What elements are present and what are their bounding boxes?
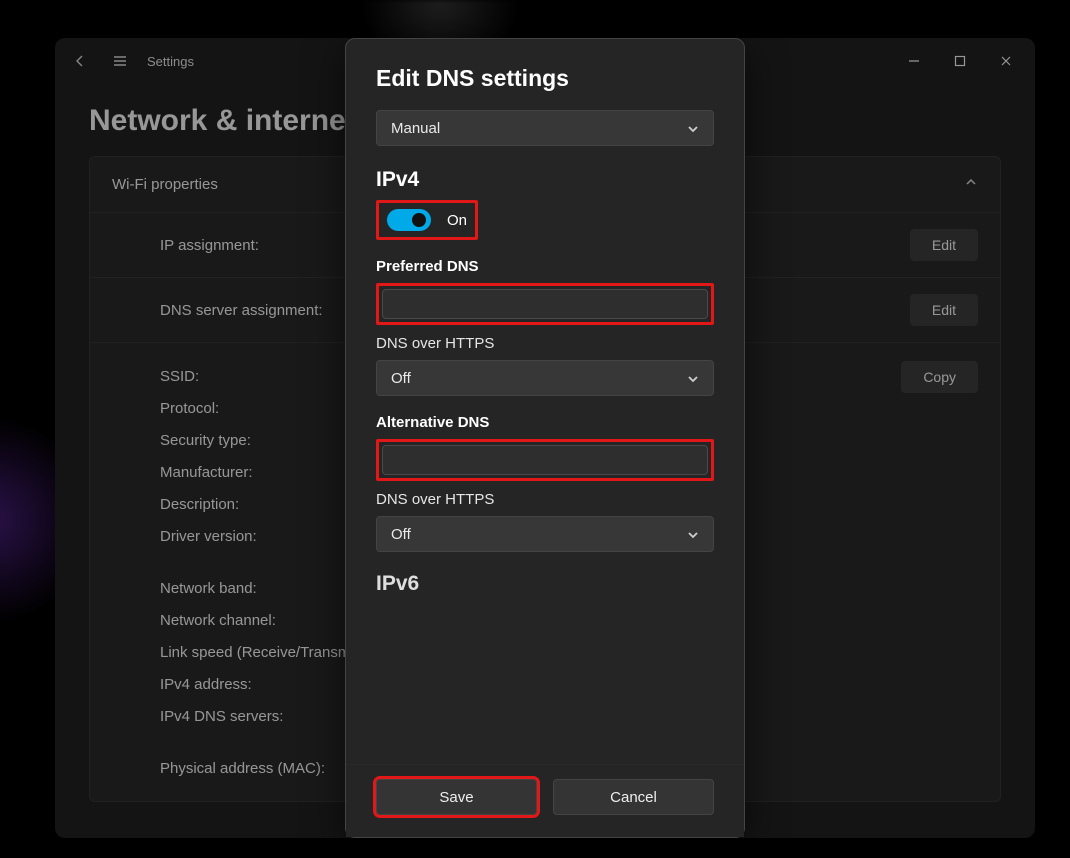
alt-dns-input[interactable] [382, 445, 708, 475]
close-button[interactable] [983, 44, 1029, 78]
toggle-knob [412, 213, 426, 227]
chevron-up-icon [964, 175, 978, 194]
app-title: Settings [147, 54, 194, 69]
mode-select-value: Manual [391, 120, 440, 137]
alt-dns-label: Alternative DNS [376, 414, 714, 431]
ipv4-toggle-label: On [447, 212, 467, 229]
chevron-down-icon [687, 372, 699, 389]
doh2-value: Off [391, 526, 411, 543]
copy-button[interactable]: Copy [901, 361, 978, 393]
save-button[interactable]: Save [376, 779, 537, 815]
dialog-footer: Save Cancel [346, 764, 744, 837]
doh1-value: Off [391, 370, 411, 387]
chevron-down-icon [687, 528, 699, 545]
hamburger-icon [112, 53, 128, 69]
back-button[interactable] [63, 44, 97, 78]
minimize-icon [908, 55, 920, 67]
minimize-button[interactable] [891, 44, 937, 78]
highlight-ipv4-toggle: On [376, 200, 478, 240]
edit-dns-button[interactable]: Edit [910, 294, 978, 326]
ipv6-heading: IPv6 [376, 572, 714, 596]
cancel-button[interactable]: Cancel [553, 779, 714, 815]
maximize-button[interactable] [937, 44, 983, 78]
highlight-alt-dns [376, 439, 714, 481]
ipv4-heading: IPv4 [376, 168, 714, 192]
preferred-dns-label: Preferred DNS [376, 258, 714, 275]
close-icon [1000, 55, 1012, 67]
doh1-select[interactable]: Off [376, 360, 714, 396]
doh1-label: DNS over HTTPS [376, 335, 714, 352]
doh2-label: DNS over HTTPS [376, 491, 714, 508]
edit-ip-button[interactable]: Edit [910, 229, 978, 261]
dialog-title: Edit DNS settings [376, 65, 714, 92]
preferred-dns-input[interactable] [382, 289, 708, 319]
mode-select[interactable]: Manual [376, 110, 714, 146]
panel-header-label: Wi-Fi properties [112, 176, 218, 193]
doh2-select[interactable]: Off [376, 516, 714, 552]
arrow-left-icon [72, 53, 88, 69]
ipv4-toggle[interactable] [387, 209, 431, 231]
highlight-preferred-dns [376, 283, 714, 325]
chevron-down-icon [687, 122, 699, 139]
edit-dns-dialog: Edit DNS settings Manual IPv4 On Preferr… [345, 38, 745, 838]
menu-button[interactable] [103, 44, 137, 78]
maximize-icon [954, 55, 966, 67]
